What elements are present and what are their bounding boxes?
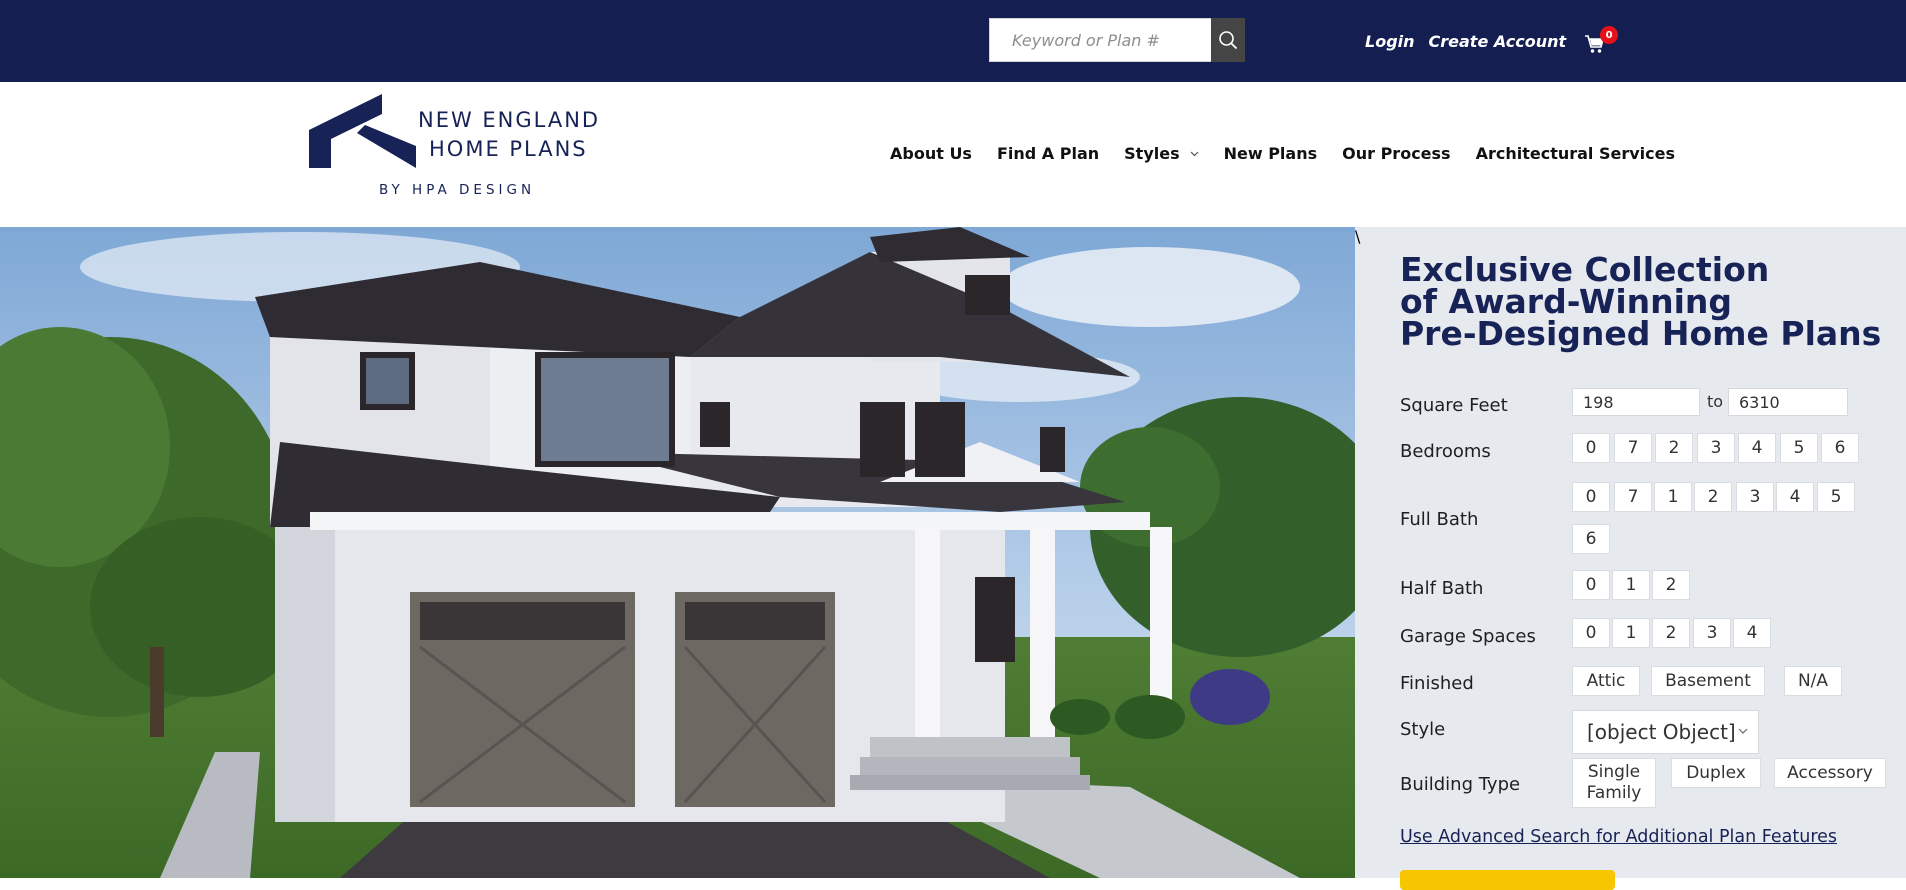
- finished-option-basement[interactable]: Basement: [1652, 667, 1764, 695]
- bedrooms-option-3[interactable]: 3: [1698, 434, 1734, 462]
- building-type-single-family-line2: Family: [1586, 783, 1642, 803]
- bedrooms-option-6[interactable]: 6: [1822, 434, 1858, 462]
- square-feet-min-input[interactable]: [1572, 388, 1700, 416]
- chevron-down-icon: [1738, 728, 1748, 734]
- garage-option-0[interactable]: 0: [1573, 619, 1609, 647]
- bedrooms-option-4[interactable]: 4: [1739, 434, 1775, 462]
- house-rendering: [0, 227, 1355, 878]
- full-bath-option-0[interactable]: 0: [1573, 483, 1609, 511]
- chevron-down-icon: [1190, 151, 1199, 156]
- logo-text-line1: NEW ENGLAND: [418, 108, 601, 132]
- square-feet-max-input[interactable]: [1728, 388, 1848, 416]
- half-bath-label: Half Bath: [1400, 578, 1484, 599]
- half-bath-option-2[interactable]: 2: [1653, 571, 1689, 599]
- nav-about-us[interactable]: About Us: [890, 144, 972, 163]
- search-button[interactable]: [1211, 18, 1245, 62]
- half-bath-option-0[interactable]: 0: [1573, 571, 1609, 599]
- garage-option-2[interactable]: 2: [1653, 619, 1689, 647]
- full-bath-option-6[interactable]: 5: [1818, 483, 1854, 511]
- square-feet-label: Square Feet: [1400, 395, 1508, 416]
- style-select-value: [object Object]: [1587, 720, 1736, 744]
- garage-spaces-label: Garage Spaces: [1400, 626, 1536, 647]
- bedrooms-option-2[interactable]: 2: [1656, 434, 1692, 462]
- account-links: Login Create Account 0: [1365, 26, 1619, 54]
- nav-our-process[interactable]: Our Process: [1342, 144, 1450, 163]
- full-bath-option-1[interactable]: 7: [1615, 483, 1651, 511]
- finished-label: Finished: [1400, 673, 1474, 694]
- building-type-single-family[interactable]: Single Family: [1573, 759, 1655, 807]
- plan-search-panel: Exclusive Collection of Award-Winning Pr…: [1355, 227, 1906, 890]
- hero-house-image: [0, 227, 1355, 878]
- logo[interactable]: NEW ENGLAND HOME PLANS BY HPA DESIGN: [309, 94, 609, 209]
- full-bath-option-4[interactable]: 3: [1737, 483, 1773, 511]
- logo-tagline: BY HPA DESIGN: [379, 182, 536, 198]
- building-type-single-family-line1: Single: [1587, 762, 1641, 782]
- nav-styles-label: Styles: [1124, 144, 1180, 163]
- search-icon: [1219, 31, 1238, 50]
- bedrooms-option-0[interactable]: 0: [1573, 434, 1609, 462]
- bedrooms-label: Bedrooms: [1400, 441, 1491, 462]
- building-type-duplex[interactable]: Duplex: [1672, 759, 1760, 787]
- login-link[interactable]: Login: [1365, 32, 1415, 51]
- nav-styles[interactable]: Styles: [1124, 144, 1199, 163]
- panel-headline: Exclusive Collection of Award-Winning Pr…: [1400, 253, 1890, 353]
- full-bath-option-7[interactable]: 6: [1573, 525, 1609, 553]
- finished-option-na[interactable]: N/A: [1785, 667, 1841, 695]
- full-bath-option-2[interactable]: 1: [1655, 483, 1691, 511]
- half-bath-option-1[interactable]: 1: [1613, 571, 1649, 599]
- style-select[interactable]: [object Object]: [1572, 710, 1759, 754]
- nav-find-a-plan[interactable]: Find A Plan: [997, 144, 1099, 163]
- cart-button[interactable]: 0: [1584, 26, 1619, 54]
- logo-text-line2: HOME PLANS: [429, 137, 588, 161]
- full-bath-option-5[interactable]: 4: [1777, 483, 1813, 511]
- cart-count-badge: 0: [1600, 26, 1619, 44]
- building-type-accessory[interactable]: Accessory: [1775, 759, 1885, 787]
- garage-option-1[interactable]: 1: [1613, 619, 1649, 647]
- nav-new-plans[interactable]: New Plans: [1224, 144, 1318, 163]
- bedrooms-option-1[interactable]: 7: [1615, 434, 1651, 462]
- full-bath-option-3[interactable]: 2: [1695, 483, 1731, 511]
- site-header: NEW ENGLAND HOME PLANS BY HPA DESIGN Abo…: [0, 82, 1906, 227]
- search-plans-button[interactable]: [1400, 870, 1615, 890]
- search-bar: [989, 18, 1245, 62]
- square-feet-to-label: to: [1707, 392, 1724, 411]
- style-label: Style: [1400, 719, 1446, 740]
- finished-option-attic[interactable]: Attic: [1573, 667, 1639, 695]
- logo-mark: [309, 94, 416, 168]
- search-input[interactable]: [989, 18, 1211, 62]
- garage-option-3[interactable]: 3: [1694, 619, 1730, 647]
- building-type-label: Building Type: [1400, 774, 1521, 795]
- top-bar: Login Create Account 0: [0, 0, 1906, 82]
- garage-option-4[interactable]: 4: [1734, 619, 1770, 647]
- nav-architectural-services[interactable]: Architectural Services: [1476, 144, 1675, 163]
- full-bath-label: Full Bath: [1400, 509, 1479, 530]
- headline-line3: Pre-Designed Home Plans: [1400, 314, 1882, 353]
- advanced-search-link[interactable]: Use Advanced Search for Additional Plan …: [1400, 827, 1837, 847]
- bedrooms-option-5[interactable]: 5: [1781, 434, 1817, 462]
- main-nav: About Us Find A Plan Styles New Plans Ou…: [890, 144, 1675, 163]
- create-account-link[interactable]: Create Account: [1429, 32, 1567, 51]
